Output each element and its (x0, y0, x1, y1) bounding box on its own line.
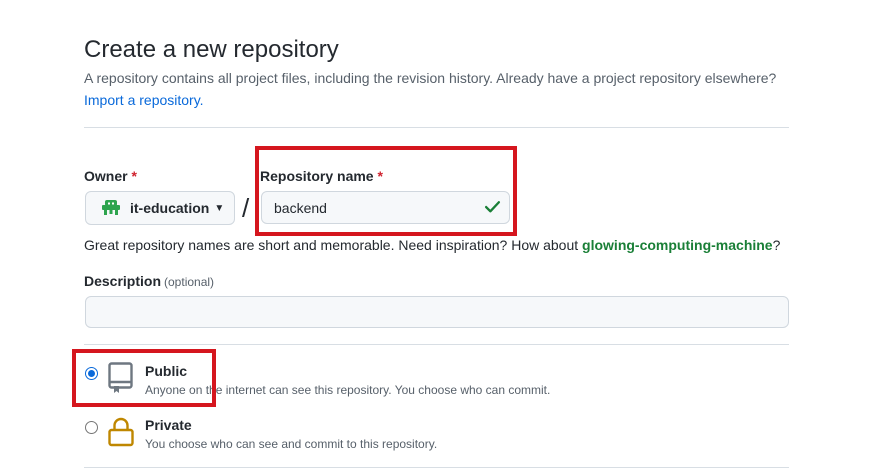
import-repository-link[interactable]: Import a repository. (84, 92, 204, 108)
optional-note: (optional) (164, 275, 215, 289)
owner-dropdown-button[interactable]: it-education ▼ (85, 191, 235, 225)
hint-text: Great repository names are short and mem… (84, 237, 583, 253)
caret-down-icon: ▼ (214, 202, 225, 214)
owner-label: Owner * (84, 168, 137, 184)
description-label: Description (optional) (84, 273, 214, 289)
divider (84, 127, 789, 128)
page-title: Create a new repository (84, 36, 339, 63)
public-option-highlight-box (72, 349, 216, 407)
repo-name-highlight-box (255, 146, 517, 236)
lock-icon (108, 417, 134, 447)
page-subtitle: A repository contains all project files,… (84, 70, 777, 86)
required-mark: * (131, 168, 137, 184)
description-label-text: Description (84, 273, 162, 289)
owner-repo-separator: / (242, 193, 250, 223)
description-input[interactable] (85, 296, 789, 328)
divider (84, 467, 789, 468)
private-radio[interactable] (85, 421, 98, 434)
name-suggestion[interactable]: glowing-computing-machine (582, 237, 773, 253)
private-option-title[interactable]: Private (145, 417, 192, 433)
divider (84, 344, 789, 345)
owner-value: it-education (130, 200, 210, 216)
space-invader-icon (102, 200, 120, 215)
hint-end: ? (772, 237, 781, 253)
owner-label-text: Owner (84, 168, 128, 184)
repo-name-hint: Great repository names are short and mem… (84, 237, 780, 253)
private-option-description: You choose who can see and commit to thi… (145, 437, 438, 451)
